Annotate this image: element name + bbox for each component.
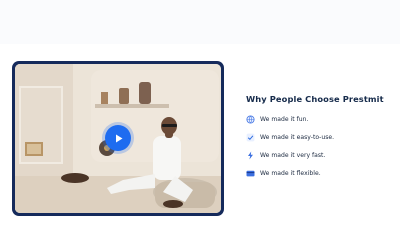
card-icon (246, 169, 255, 178)
features-panel: Why People Choose Prestmit We made it fu… (246, 94, 396, 185)
feature-item-fast: We made it very fast. (246, 149, 396, 161)
lightning-icon (246, 151, 255, 160)
top-band (0, 0, 400, 44)
play-icon (115, 134, 122, 142)
feature-label: We made it flexible. (260, 169, 321, 177)
play-button[interactable] (105, 125, 131, 151)
globe-icon (246, 114, 255, 124)
feature-label: We made it very fast. (260, 151, 326, 159)
feature-item-easy: We made it easy-to-use. (246, 131, 396, 143)
feature-label: We made it fun. (260, 115, 309, 123)
features-heading: Why People Choose Prestmit (246, 94, 384, 104)
check-badge-icon (246, 133, 255, 142)
feature-item-fun: We made it fun. (246, 113, 396, 125)
feature-label: We made it easy-to-use. (260, 133, 335, 141)
feature-item-flexible: We made it flexible. (246, 167, 396, 179)
